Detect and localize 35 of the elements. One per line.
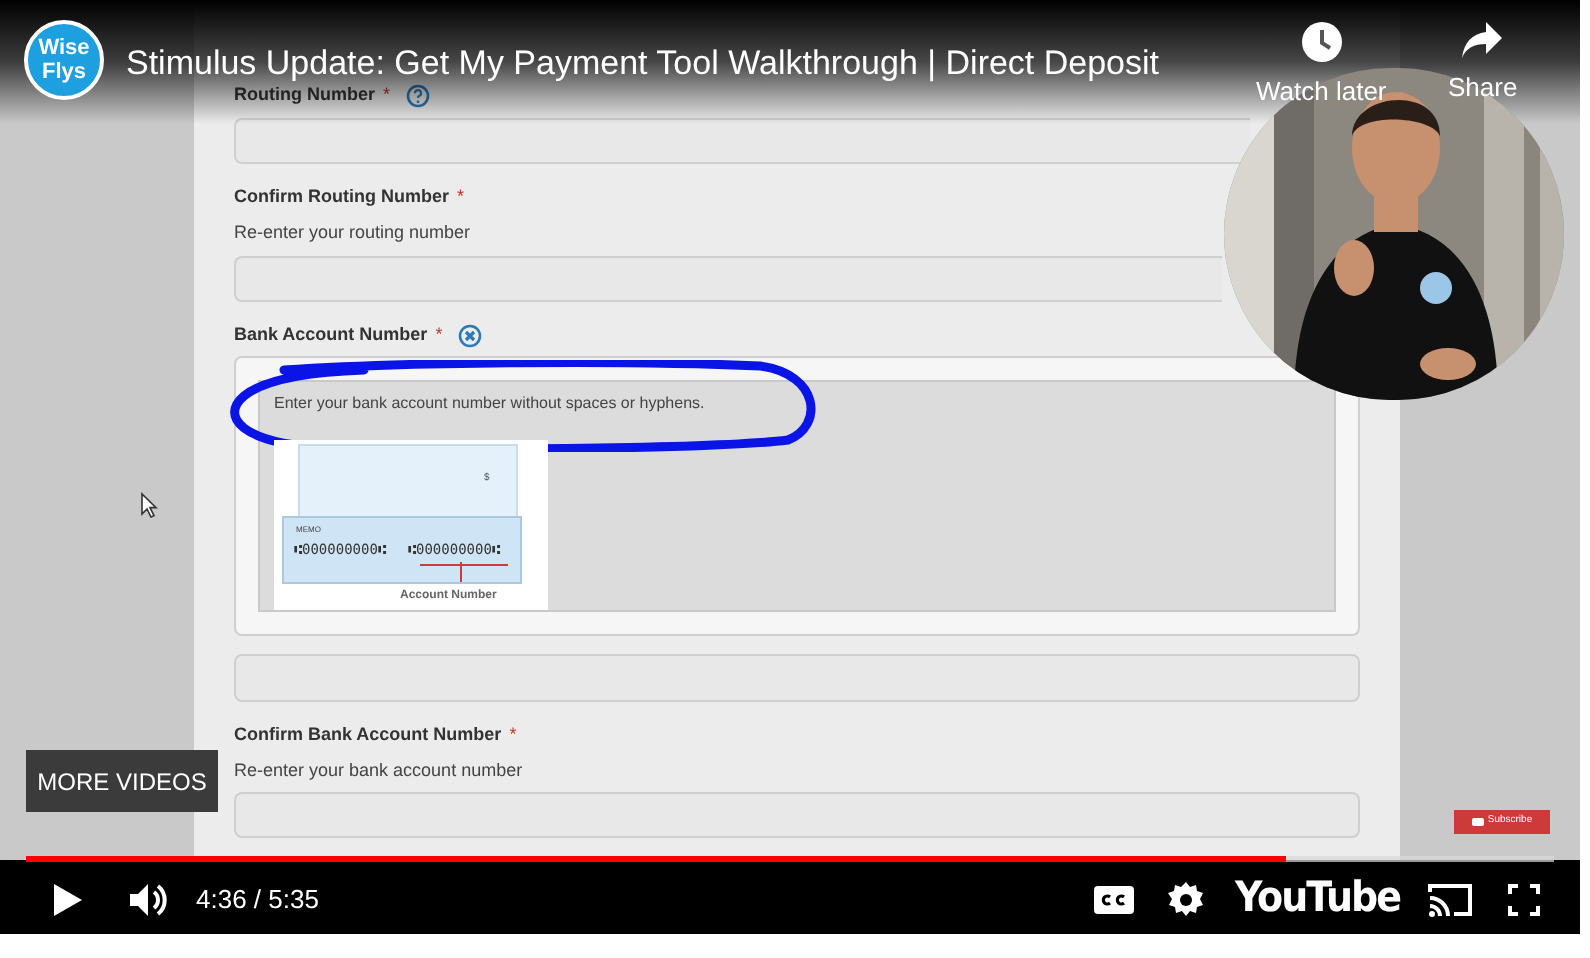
cast-icon[interactable] xyxy=(1428,881,1472,917)
more-videos-button[interactable]: MORE VIDEOS xyxy=(26,750,218,812)
input-field[interactable] xyxy=(234,255,1222,301)
play-icon[interactable] xyxy=(52,881,84,917)
cursor-icon xyxy=(140,492,158,518)
time-display: 4:36 / 5:35 xyxy=(196,881,319,918)
youtube-logo[interactable]: YouTube xyxy=(1235,867,1400,931)
required-mark: * xyxy=(435,321,443,348)
field-hint: Re-enter your routing number xyxy=(234,220,473,246)
logo-text: Wise xyxy=(38,36,90,60)
input-field[interactable] xyxy=(234,653,1360,701)
play-logo-icon xyxy=(1471,818,1484,826)
share-button[interactable]: Share xyxy=(1448,20,1518,107)
captions-icon[interactable] xyxy=(1093,885,1134,913)
tooltip-text: Enter your bank account number without spaces or hyphens. xyxy=(274,391,705,415)
logo-text: Flys xyxy=(41,60,86,84)
input-field[interactable] xyxy=(234,792,1360,838)
close-icon[interactable] xyxy=(458,323,483,347)
help-icon[interactable] xyxy=(406,84,431,108)
required-mark: * xyxy=(457,184,465,211)
field-label: Confirm Bank Account Number xyxy=(234,721,502,748)
field-label: Confirm Routing Number xyxy=(234,184,449,211)
required-mark: * xyxy=(509,721,517,748)
settings-icon[interactable] xyxy=(1167,881,1204,917)
watch-later-button[interactable]: Watch later xyxy=(1256,20,1387,111)
volume-icon[interactable] xyxy=(128,881,172,917)
leader-line xyxy=(460,561,462,581)
field-hint: Re-enter your bank account number xyxy=(234,757,525,784)
input-field[interactable] xyxy=(234,118,1250,164)
progress-track[interactable] xyxy=(26,856,1554,862)
field-label: Bank Account Number xyxy=(234,321,428,348)
clock-icon xyxy=(1299,20,1344,64)
share-icon xyxy=(1460,20,1505,60)
fullscreen-icon[interactable] xyxy=(1508,883,1540,915)
account-underline xyxy=(420,563,508,565)
